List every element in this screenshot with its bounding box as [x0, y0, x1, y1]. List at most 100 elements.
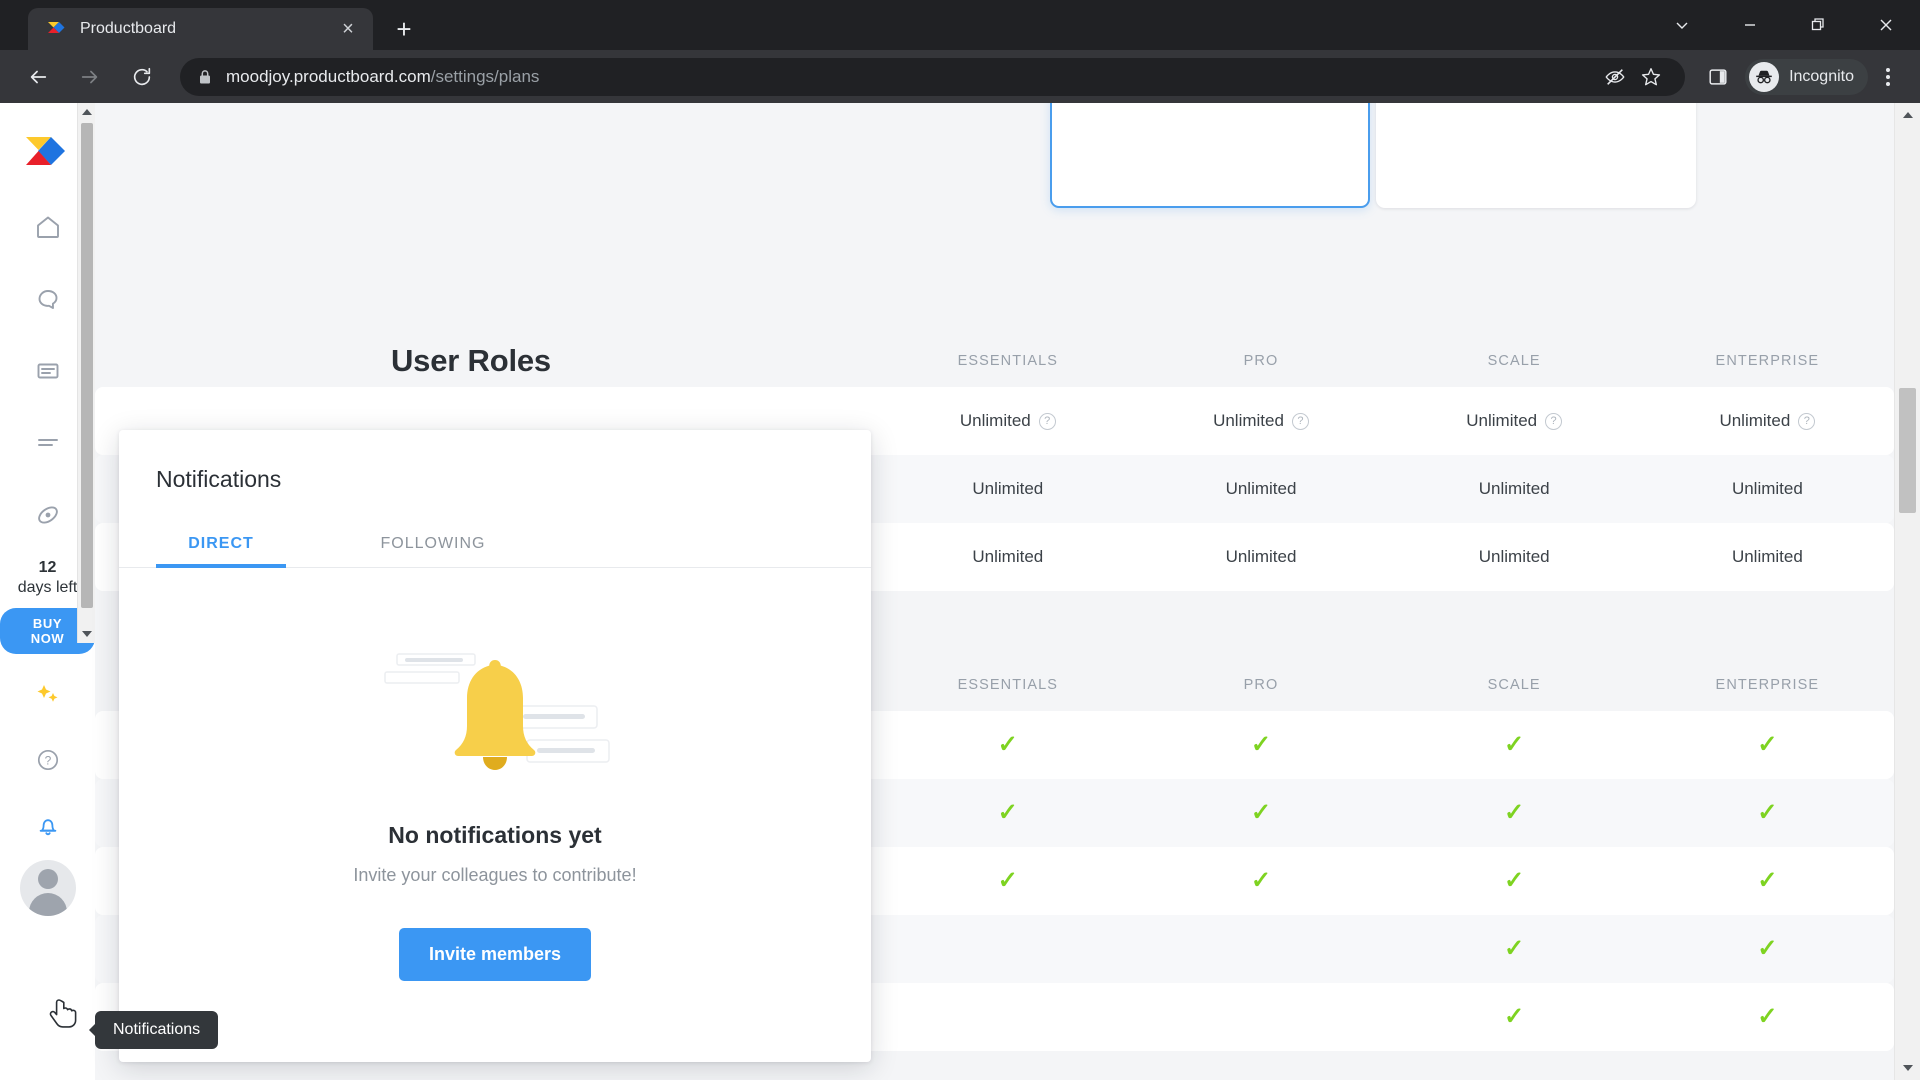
- cell-essentials: ✓: [881, 779, 1135, 847]
- empty-state-title: No notifications yet: [388, 821, 602, 848]
- reload-icon[interactable]: [122, 57, 162, 97]
- info-icon[interactable]: ?: [1798, 412, 1816, 430]
- tab-direct[interactable]: DIRECT: [156, 535, 286, 568]
- cell-scale: ✓: [1387, 915, 1641, 983]
- cell-enterprise: Unlimited: [1640, 523, 1894, 591]
- check-icon: ✓: [1757, 1003, 1778, 1030]
- column-header-essentials: ESSENTIALS: [881, 335, 1135, 387]
- restore-icon[interactable]: [1784, 0, 1852, 50]
- page-scrollbar-thumb[interactable]: [1899, 388, 1916, 513]
- close-icon[interactable]: ×: [335, 16, 361, 42]
- table-header-row: ESSENTIALS PRO SCALE ENTERPRISE: [95, 335, 1894, 387]
- info-icon[interactable]: ?: [1545, 412, 1563, 430]
- address-bar[interactable]: moodjoy.productboard.com/settings/plans: [180, 57, 1686, 96]
- tab-following[interactable]: FOLLOWING: [368, 535, 498, 567]
- whats-new-sparkle-icon[interactable]: [26, 672, 70, 716]
- cell-essentials: Unlimited: [881, 455, 1135, 523]
- help-icon[interactable]: ?: [26, 738, 70, 782]
- trial-days-count: 12: [38, 559, 57, 576]
- productboard-logo[interactable]: [24, 133, 72, 175]
- check-icon: ✓: [1504, 731, 1525, 758]
- sidebar-scrollbar-thumb[interactable]: [81, 123, 93, 608]
- notifications-popover: Notifications DIRECT FOLLOWING No notifi…: [119, 430, 871, 1062]
- new-tab-button[interactable]: +: [387, 12, 421, 46]
- sidebar-item-insights[interactable]: [26, 277, 70, 321]
- check-icon: ✓: [1250, 731, 1272, 758]
- sidebar-item-roadmap[interactable]: [26, 421, 70, 465]
- check-icon: ✓: [997, 867, 1018, 894]
- profile-chip[interactable]: Incognito: [1745, 58, 1868, 95]
- profile-label: Incognito: [1789, 67, 1854, 85]
- cell-scale: ✓: [1387, 847, 1641, 915]
- cell-pro: ✓: [1134, 711, 1388, 779]
- browser-window: Productboard × + moodjoy.productboard.co…: [0, 0, 1920, 1080]
- browser-tab[interactable]: Productboard ×: [28, 8, 373, 50]
- cell-essentials: ✓: [881, 711, 1135, 779]
- incognito-icon: [1749, 61, 1780, 92]
- plan-card-selected[interactable]: [1050, 103, 1370, 208]
- minimize-icon[interactable]: [1716, 0, 1784, 50]
- cell-scale: Unlimited: [1387, 455, 1641, 523]
- eye-crossed-icon[interactable]: [1597, 59, 1633, 95]
- notifications-empty-state: No notifications yet Invite your colleag…: [119, 568, 871, 1062]
- sidebar-item-features[interactable]: [26, 349, 70, 393]
- cell-scale: ✓: [1387, 779, 1641, 847]
- page-scroll-down-arrow-icon[interactable]: [1895, 1056, 1920, 1080]
- info-icon[interactable]: ?: [1038, 412, 1056, 430]
- sidebar-bottom-nav: ?: [26, 672, 70, 848]
- back-icon[interactable]: [18, 57, 58, 97]
- cell-scale: Unlimited?: [1387, 387, 1641, 455]
- column-header-scale: SCALE: [1387, 335, 1641, 387]
- sidebar-scrollbar[interactable]: [77, 103, 95, 643]
- cell-value: Unlimited: [1213, 411, 1284, 430]
- column-header-essentials: ESSENTIALS: [881, 659, 1135, 711]
- sidebar-item-home[interactable]: [26, 205, 70, 249]
- column-header-enterprise: ENTERPRISE: [1640, 659, 1894, 711]
- user-avatar[interactable]: [19, 860, 76, 917]
- check-icon: ✓: [1757, 867, 1778, 894]
- star-icon[interactable]: [1633, 59, 1669, 95]
- check-icon: ✓: [1250, 799, 1272, 826]
- sidebar-item-portal[interactable]: [26, 493, 70, 537]
- check-icon: ✓: [997, 799, 1018, 826]
- check-icon: ✓: [1757, 731, 1778, 758]
- cell-enterprise: ✓: [1640, 779, 1894, 847]
- forward-icon[interactable]: [70, 57, 110, 97]
- invite-members-button[interactable]: Invite members: [398, 927, 592, 981]
- cell-pro: ✓: [1134, 847, 1388, 915]
- url-host: moodjoy.productboard.com: [226, 66, 431, 86]
- notifications-bell-icon[interactable]: [26, 804, 70, 848]
- check-icon: ✓: [997, 731, 1018, 758]
- three-dot-menu-icon[interactable]: [1868, 67, 1908, 86]
- column-header-enterprise: ENTERPRISE: [1640, 335, 1894, 387]
- close-window-icon[interactable]: [1852, 0, 1920, 50]
- page-viewport: 12 days left BUY NOW ? User Roles ESSENT…: [0, 103, 1920, 1080]
- cell-value: Unlimited: [959, 411, 1031, 430]
- side-panel-icon[interactable]: [1697, 56, 1739, 98]
- page-scroll-up-arrow-icon[interactable]: [1895, 103, 1920, 127]
- trial-days-label: days left: [17, 578, 78, 596]
- cell-enterprise: ✓: [1640, 847, 1894, 915]
- sidebar-nav: [26, 205, 70, 537]
- scroll-down-arrow-icon[interactable]: [78, 625, 95, 643]
- browser-toolbar: moodjoy.productboard.com/settings/plans: [0, 50, 1920, 103]
- productboard-logo-icon: [46, 19, 66, 39]
- column-header-pro: PRO: [1134, 335, 1388, 387]
- plan-card[interactable]: [1376, 103, 1696, 208]
- app-sidebar: 12 days left BUY NOW ?: [0, 103, 95, 1080]
- trial-status: 12 days left: [18, 559, 78, 598]
- chevron-down-icon[interactable]: [1648, 0, 1716, 50]
- notifications-title: Notifications: [156, 466, 282, 492]
- svg-text:?: ?: [44, 754, 51, 768]
- scroll-up-arrow-icon[interactable]: [78, 103, 95, 121]
- section-title: User Roles: [391, 343, 551, 378]
- check-icon: ✓: [1504, 1003, 1525, 1030]
- bell-illustration: [375, 636, 615, 796]
- cell-pro: ✓: [1134, 779, 1388, 847]
- page-scrollbar[interactable]: [1894, 103, 1920, 1080]
- plan-cards-row: [1050, 103, 1696, 208]
- cell-pro: [1134, 915, 1388, 983]
- tab-strip: Productboard × +: [0, 0, 1920, 50]
- info-icon[interactable]: ?: [1291, 412, 1309, 430]
- check-icon: ✓: [1757, 935, 1778, 962]
